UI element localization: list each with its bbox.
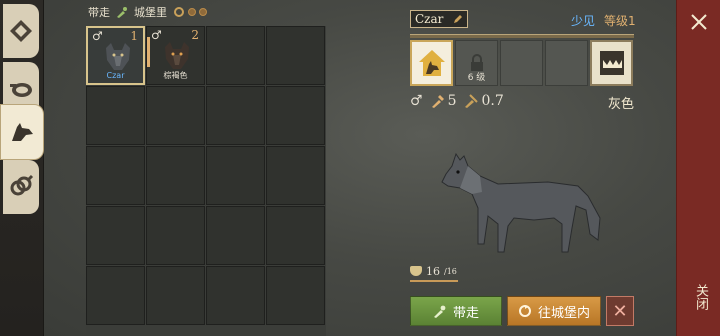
wolf-tab-icon <box>12 123 33 141</box>
rename-pen-icon[interactable] <box>453 14 463 24</box>
speed-icon <box>465 94 479 108</box>
filter-dot <box>199 8 207 16</box>
empty-slot[interactable] <box>86 266 145 325</box>
whistle-icon <box>433 305 446 318</box>
animal-name-box[interactable]: Czar <box>410 10 468 28</box>
sex-symbol: ♂ <box>410 93 423 109</box>
slot-marker <box>147 37 150 67</box>
rarity-label: 少见 <box>571 14 596 28</box>
brown-wolf-portrait-icon <box>165 42 189 69</box>
empty-slot[interactable] <box>206 86 265 145</box>
empty-slot[interactable] <box>266 86 325 145</box>
empty-slot[interactable] <box>266 146 325 205</box>
food-bowl-icon <box>410 266 422 276</box>
take-button[interactable]: 带走 <box>410 296 502 326</box>
hunger-meter: 16/16 <box>410 264 457 278</box>
empty-slot[interactable] <box>266 206 325 265</box>
meat-tab-icon <box>10 83 32 97</box>
empty-slot[interactable] <box>86 146 145 205</box>
empty-slot[interactable] <box>146 86 205 145</box>
stat-attack: 5 <box>431 93 457 109</box>
animal-slot-2[interactable]: ♂ 2 棕褐色 <box>146 26 205 85</box>
release-x-icon: ✕ <box>612 300 628 322</box>
slot-number: 2 <box>191 28 199 42</box>
castle-tab-icon <box>10 20 32 42</box>
empty-slot[interactable] <box>146 206 205 265</box>
gray-wolf-portrait-icon <box>106 43 130 70</box>
empty-slot[interactable] <box>146 266 205 325</box>
skill-slot-house[interactable] <box>410 40 453 86</box>
stat-speed: 0.7 <box>464 93 504 109</box>
animal-slot-1[interactable]: ♂ 1 Czar <box>86 26 145 85</box>
filter-castle-label[interactable]: 城堡里 <box>134 4 167 20</box>
send-to-castle-button[interactable]: 往城堡内 <box>507 296 601 326</box>
close-panel[interactable]: 关闭 <box>676 0 720 336</box>
refresh-icon <box>174 7 184 17</box>
stat-sex: ♂ <box>410 93 423 109</box>
panel-divider <box>410 34 634 38</box>
tab-castle[interactable] <box>3 4 39 58</box>
tab-animals[interactable] <box>0 104 44 160</box>
filter-options[interactable] <box>173 6 207 18</box>
close-label[interactable]: 关闭 <box>691 284 710 310</box>
take-button-label: 带走 <box>452 305 479 321</box>
empty-slot[interactable] <box>206 146 265 205</box>
skill-slots: 6 级 <box>410 40 634 86</box>
category-tabbar <box>0 0 44 336</box>
attack-icon <box>431 95 444 108</box>
skill-slot-bite[interactable] <box>590 40 633 86</box>
breeding-tab-icon <box>10 174 34 196</box>
close-icon[interactable] <box>689 12 709 32</box>
speed-value: 0.7 <box>481 93 504 109</box>
empty-slot[interactable] <box>206 206 265 265</box>
filter-take-label[interactable]: 带走 <box>88 4 110 20</box>
skill-unlock-level: 6 级 <box>467 73 486 83</box>
empty-slot[interactable] <box>266 266 325 325</box>
bite-skill-icon <box>599 51 624 75</box>
slot-name: Czar <box>106 71 125 80</box>
castle-swap-icon <box>518 305 531 317</box>
animal-name: Czar <box>415 12 444 26</box>
filter-dot <box>188 8 196 16</box>
tab-breeding[interactable] <box>3 160 39 214</box>
skill-slot-empty[interactable] <box>545 40 588 86</box>
slot-number: 1 <box>130 29 138 43</box>
hunger-max: /16 <box>444 266 457 276</box>
empty-slot[interactable] <box>146 146 205 205</box>
hunger-current: 16 <box>426 264 440 278</box>
release-button[interactable]: ✕ <box>606 296 634 326</box>
slot-sex: ♂ <box>151 28 162 42</box>
stats-row: ♂ 5 0.7 <box>410 92 634 110</box>
skill-slot-empty[interactable] <box>500 40 543 86</box>
hunger-bar <box>410 280 458 282</box>
filter-bar: 带走 城堡里 <box>88 4 207 20</box>
empty-slot[interactable] <box>266 26 325 85</box>
wolf-model-image <box>441 152 601 253</box>
slot-name: 棕褐色 <box>163 71 188 80</box>
fur-color-label: 灰色 <box>608 97 635 112</box>
whistle-icon <box>117 7 127 18</box>
slot-sex: ♂ <box>92 29 103 43</box>
wolf-house-skill-icon <box>418 50 445 76</box>
send-to-castle-label: 往城堡内 <box>537 305 590 321</box>
skill-slot-locked[interactable]: 6 级 <box>455 40 498 86</box>
empty-slot[interactable] <box>86 86 145 145</box>
level-label: 等级1 <box>604 14 636 28</box>
empty-slot[interactable] <box>86 206 145 265</box>
animal-grid: ♂ 1 Czar ♂ 2 棕褐色 <box>86 26 326 336</box>
attack-value: 5 <box>447 93 457 109</box>
empty-slot[interactable] <box>206 26 265 85</box>
empty-slot[interactable] <box>206 266 265 325</box>
